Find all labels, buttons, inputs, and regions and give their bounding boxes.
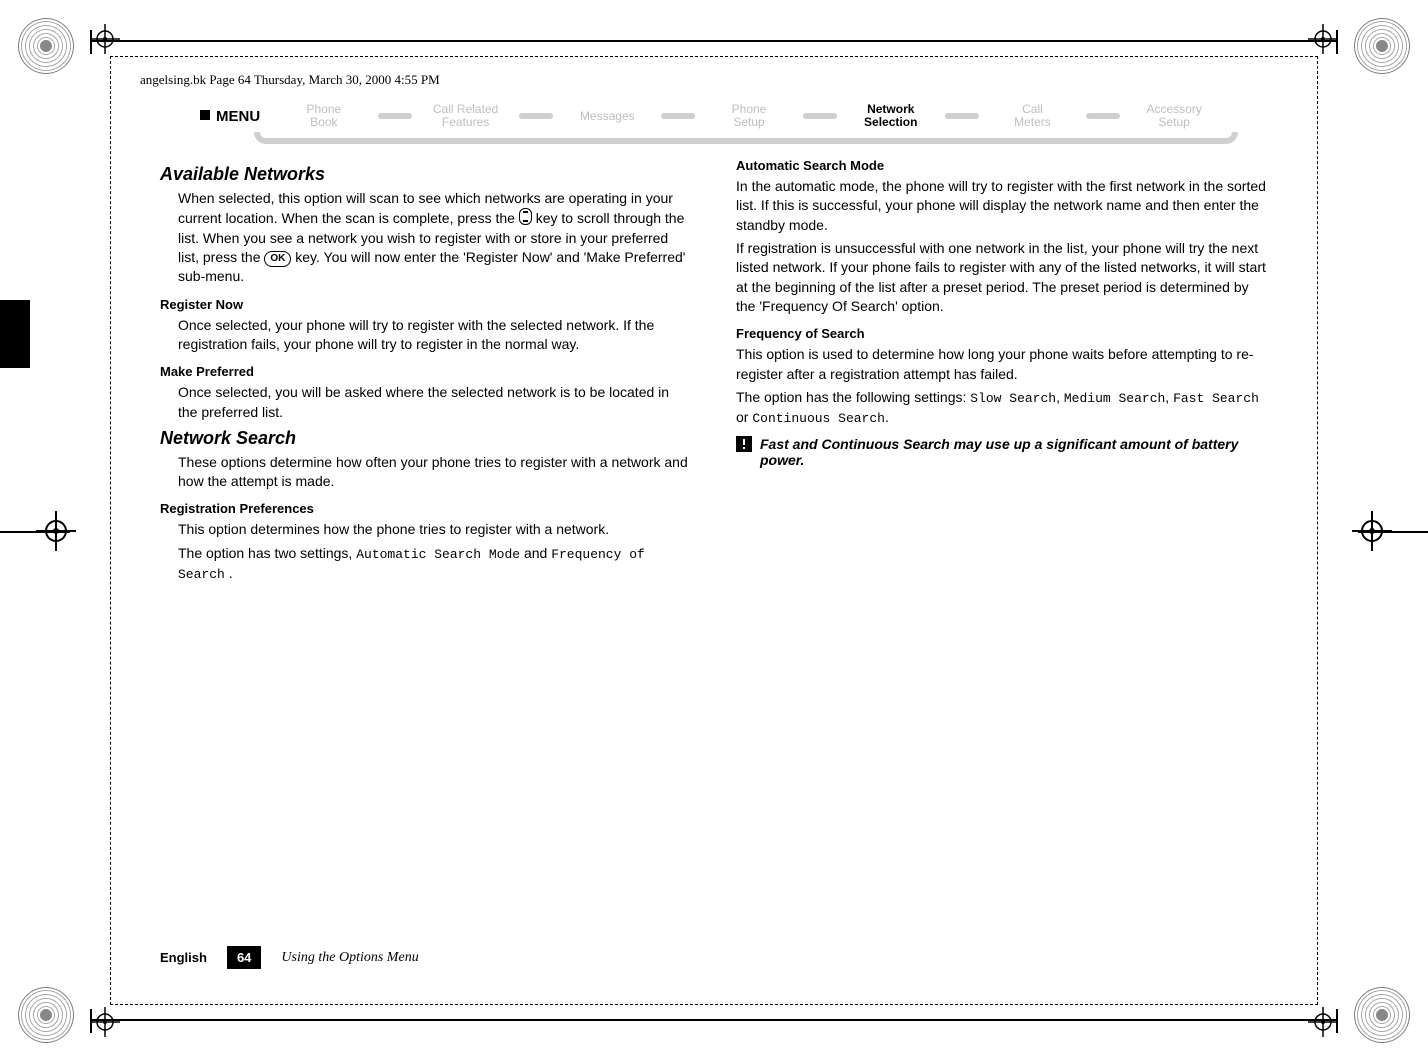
ribbon-underbar xyxy=(254,132,1238,144)
page-footer: English 64 Using the Options Menu xyxy=(160,946,419,969)
left-column: Available Networks When selected, this o… xyxy=(160,158,692,941)
tab-connector xyxy=(519,113,553,119)
para-network-search: These options determine how often your p… xyxy=(178,453,692,492)
tab-label: Messages xyxy=(553,110,661,123)
menu-ribbon: MENU Phone Book Call Related Features Me… xyxy=(200,100,1228,136)
tab-connector xyxy=(378,113,412,119)
text: . xyxy=(885,409,889,425)
code-medium-search: Medium Search xyxy=(1064,391,1165,406)
menu-label: MENU xyxy=(200,108,260,125)
tab-label: Selection xyxy=(837,116,945,129)
tab-accessory-setup[interactable]: Accessory Setup xyxy=(1120,103,1228,129)
scroll-key-icon xyxy=(519,208,532,225)
tab-label: Setup xyxy=(1120,116,1228,129)
text: and xyxy=(524,545,551,561)
registration-mark-top-left xyxy=(90,24,120,54)
tab-connector xyxy=(1086,113,1120,119)
text: , xyxy=(1056,389,1064,405)
tab-connector xyxy=(945,113,979,119)
tab-phone-setup[interactable]: Phone Setup xyxy=(695,103,803,129)
footer-section-title: Using the Options Menu xyxy=(281,950,418,966)
ok-key-icon: OK xyxy=(264,251,291,267)
text: The option has two settings, xyxy=(178,545,356,561)
crop-bar-top xyxy=(90,40,1338,42)
tab-label: Features xyxy=(412,116,520,129)
footer-language: English xyxy=(160,950,207,965)
text: The option has the following settings: xyxy=(736,389,970,405)
para-registration-preferences-1: This option determines how the phone tri… xyxy=(178,520,692,539)
heading-frequency-of-search: Frequency of Search xyxy=(736,326,1268,341)
tab-label: Setup xyxy=(695,116,803,129)
tab-phone-book[interactable]: Phone Book xyxy=(270,103,378,129)
para-registration-preferences-2: The option has two settings, Automatic S… xyxy=(178,544,692,584)
registration-mark-right xyxy=(1352,511,1392,551)
para-auto-2: If registration is unsuccessful with one… xyxy=(736,239,1268,316)
heading-available-networks: Available Networks xyxy=(160,164,692,185)
code-continuous-search: Continuous Search xyxy=(752,411,885,426)
print-rosette-bottom-right xyxy=(1354,987,1410,1043)
footer-page-number: 64 xyxy=(227,946,261,969)
running-header: angelsing.bk Page 64 Thursday, March 30,… xyxy=(140,72,440,88)
heading-automatic-search-mode: Automatic Search Mode xyxy=(736,158,1268,173)
text: . xyxy=(229,565,233,581)
heading-network-search: Network Search xyxy=(160,428,692,449)
registration-mark-bottom-right xyxy=(1308,1007,1338,1037)
heading-register-now: Register Now xyxy=(160,297,692,312)
tab-label: Meters xyxy=(979,116,1087,129)
tab-call-related-features[interactable]: Call Related Features xyxy=(412,103,520,129)
right-column: Automatic Search Mode In the automatic m… xyxy=(736,158,1268,941)
para-freq-2: The option has the following settings: S… xyxy=(736,388,1268,428)
para-register-now: Once selected, your phone will try to re… xyxy=(178,316,692,355)
tab-network-selection[interactable]: Network Selection xyxy=(837,103,945,129)
text: or xyxy=(736,409,752,425)
warning-icon xyxy=(736,436,752,452)
tab-messages[interactable]: Messages xyxy=(553,110,661,123)
heading-registration-preferences: Registration Preferences xyxy=(160,501,692,516)
code-slow-search: Slow Search xyxy=(970,391,1056,406)
print-rosette-top-right xyxy=(1354,18,1410,74)
margin-tab xyxy=(0,300,30,368)
crop-bar-bottom xyxy=(90,1019,1338,1021)
warning-note: Fast and Continuous Search may use up a … xyxy=(736,436,1268,468)
code-fast-search: Fast Search xyxy=(1173,391,1259,406)
warning-text: Fast and Continuous Search may use up a … xyxy=(760,436,1268,468)
print-rosette-top-left xyxy=(18,18,74,74)
text: , xyxy=(1165,389,1173,405)
registration-mark-bottom-left xyxy=(90,1007,120,1037)
print-rosette-bottom-left xyxy=(18,987,74,1043)
tab-call-meters[interactable]: Call Meters xyxy=(979,103,1087,129)
code-automatic-search-mode: Automatic Search Mode xyxy=(356,547,520,562)
para-make-preferred: Once selected, you will be asked where t… xyxy=(178,383,692,422)
menu-tabs: Phone Book Call Related Features Message… xyxy=(270,100,1228,132)
heading-make-preferred: Make Preferred xyxy=(160,364,692,379)
registration-mark-top-right xyxy=(1308,24,1338,54)
registration-mark-left xyxy=(36,511,76,551)
tab-connector xyxy=(661,113,695,119)
page-body: Available Networks When selected, this o… xyxy=(160,158,1268,941)
para-freq-1: This option is used to determine how lon… xyxy=(736,345,1268,384)
tab-connector xyxy=(803,113,837,119)
para-auto-1: In the automatic mode, the phone will tr… xyxy=(736,177,1268,235)
tab-label: Book xyxy=(270,116,378,129)
para-available-networks: When selected, this option will scan to … xyxy=(178,189,692,287)
